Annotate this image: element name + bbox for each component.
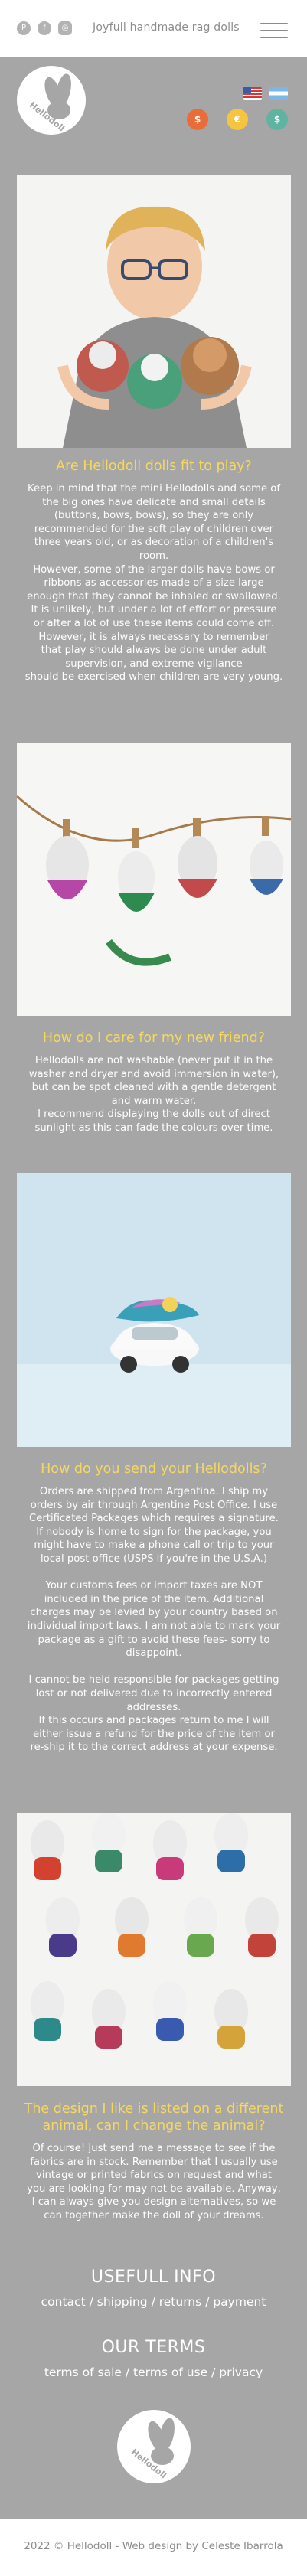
section-title-change-animal: The design I like is listed on a differe… xyxy=(24,2101,284,2134)
footer-our-terms-title: OUR TERMS xyxy=(101,2338,206,2357)
copyright-text: 2022 © Hellodoll - Web design by Celeste… xyxy=(24,2540,283,2552)
photo-boy-with-dolls xyxy=(17,175,291,448)
photo-toy-car-with-dolls xyxy=(17,1173,291,1447)
currency-badge-ars[interactable]: $ xyxy=(266,109,288,130)
link-separator: / xyxy=(89,2295,93,2309)
footer-link-privacy[interactable]: privacy xyxy=(219,2365,263,2379)
photo-doll-collection xyxy=(17,1813,291,2086)
section-body-change-animal: Of course! Just send me a message to see… xyxy=(27,2143,281,2222)
section-title-care: How do I care for my new friend? xyxy=(42,1030,266,1046)
footer-link-payment[interactable]: payment xyxy=(213,2295,266,2309)
link-separator: / xyxy=(151,2295,155,2309)
footer-link-terms-of-use[interactable]: terms of use xyxy=(133,2365,207,2379)
footer-link-terms-of-sale[interactable]: terms of sale xyxy=(44,2365,122,2379)
section-body-care: Hellodolls are not washable (never put i… xyxy=(28,1055,279,1134)
section-title-fit-to-play: Are Hellodoll dolls fit to play? xyxy=(56,459,252,474)
facebook-icon[interactable]: f xyxy=(38,21,51,35)
link-separator: / xyxy=(211,2365,216,2379)
currency-badge-eur[interactable]: € xyxy=(227,109,248,130)
site-tagline: Joyfull handmade rag dolls xyxy=(93,21,240,34)
link-separator: / xyxy=(125,2365,130,2379)
pinterest-icon[interactable]: P xyxy=(17,21,31,35)
link-separator: / xyxy=(205,2295,210,2309)
section-body-shipping: Orders are shipped from Argentina. I shi… xyxy=(27,1486,281,1754)
footer-link-returns[interactable]: returns xyxy=(159,2295,201,2309)
footer-link-shipping[interactable]: shipping xyxy=(97,2295,148,2309)
top-bar: P f ◎ Joyfull handmade rag dolls xyxy=(0,0,307,57)
footer-useful-info-title: USEFULL INFO xyxy=(90,2267,217,2287)
hamburger-menu-icon[interactable] xyxy=(260,23,288,40)
us-flag-icon[interactable] xyxy=(243,87,262,100)
argentina-flag-icon[interactable] xyxy=(269,87,288,100)
footer-logo[interactable]: Hellodoll xyxy=(117,2410,191,2483)
section-title-shipping: How do you send your Hellodolls? xyxy=(41,1461,267,1477)
site-logo[interactable]: Hellodoll xyxy=(17,66,86,135)
currency-badge-usd[interactable]: $ xyxy=(187,109,208,130)
instagram-icon[interactable]: ◎ xyxy=(58,21,72,35)
footer-terms-links: terms of sale / terms of use / privacy xyxy=(0,2365,307,2379)
section-body-fit-to-play: Keep in mind that the mini Hellodolls an… xyxy=(24,483,283,684)
footer-link-contact[interactable]: contact xyxy=(41,2295,86,2309)
photo-dolls-clothesline xyxy=(17,743,291,1016)
footer-useful-links: contact / shipping / returns / payment xyxy=(0,2295,307,2309)
